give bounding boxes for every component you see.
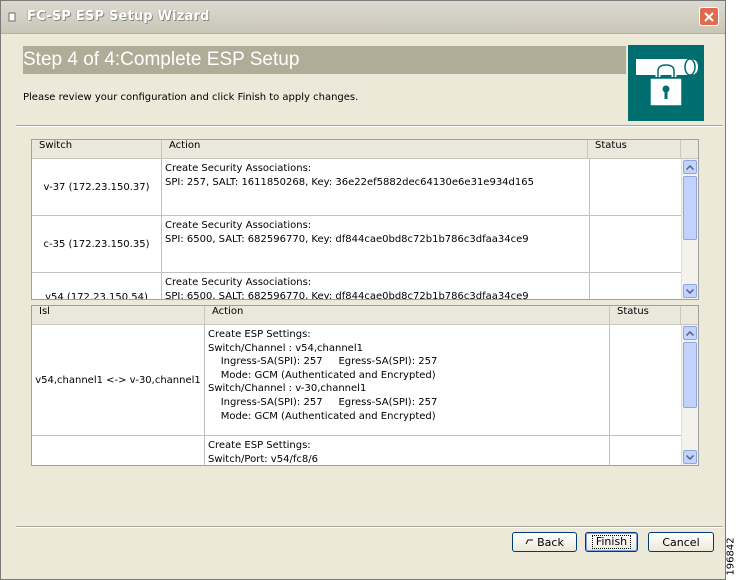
chevron-down-icon — [686, 288, 694, 294]
action-line: Create Security Associations: — [165, 163, 312, 174]
table-row[interactable]: c-35 (172.23.150.35) Create Security Ass… — [32, 216, 681, 273]
isl-cell: v54,channel1 <-> v-30,channel1 — [32, 325, 205, 435]
cancel-button[interactable]: Cancel — [648, 532, 714, 552]
wizard-icon — [8, 12, 16, 22]
action-line: SPI: 6500, SALT: 682596770, Key: df844ca… — [165, 233, 529, 245]
table-row[interactable]: v54 (172.23.150.54) Create Security Asso… — [32, 273, 681, 299]
scroll-up-button[interactable] — [683, 326, 697, 340]
chevron-down-icon — [686, 454, 694, 460]
cancel-button-label: Cancel — [662, 535, 700, 549]
padlock-pipe-icon — [636, 58, 698, 107]
back-button[interactable]: Back — [512, 532, 577, 552]
scroll-down-button[interactable] — [683, 450, 697, 464]
vertical-scrollbar[interactable] — [681, 325, 698, 465]
switch-cell: c-35 (172.23.150.35) — [32, 216, 162, 272]
status-cell — [590, 273, 681, 299]
action-cell: Create Security Associations: SPI: 6500,… — [162, 216, 590, 272]
column-header-isl[interactable]: Isl — [32, 306, 205, 324]
status-cell — [590, 216, 681, 272]
table-row[interactable]: Create ESP Settings: Switch/Port: v54/fc… — [32, 436, 681, 465]
close-button[interactable] — [699, 7, 719, 26]
action-line: Create Security Associations: — [165, 220, 312, 231]
scroll-up-button[interactable] — [683, 160, 697, 174]
figure-id-label: 196842 — [725, 537, 737, 576]
figure-id: 196842 — [725, 535, 741, 580]
action-line: Ingress-SA(SPI): 257 Egress-SA(SPI): 257 — [208, 356, 438, 368]
table-row[interactable]: v-37 (172.23.150.37) Create Security Ass… — [32, 159, 681, 216]
footer-separator — [16, 526, 723, 528]
column-header-action[interactable]: Action — [162, 140, 588, 158]
action-line: Switch/Channel : v54,channel1 — [208, 342, 363, 354]
isl-table[interactable]: Isl Action Status v54,channel1 <-> v-30,… — [31, 305, 699, 466]
action-cell: Create ESP Settings: Switch/Port: v54/fc… — [205, 436, 610, 465]
isl-cell — [32, 436, 205, 465]
action-line: Mode: GCM (Authenticated and Encrypted) — [208, 410, 436, 422]
action-cell: Create ESP Settings: Switch/Channel : v5… — [205, 325, 610, 435]
switch-cell: v54 (172.23.150.54) — [32, 273, 162, 299]
column-header-switch[interactable]: Switch — [32, 140, 162, 158]
wizard-window: FC-SP ESP Setup Wizard Step 4 of 4:Compl… — [0, 0, 726, 580]
column-header-status[interactable]: Status — [610, 306, 681, 324]
header-graphic — [628, 45, 704, 121]
switch-table-header: Switch Action Status — [32, 140, 698, 159]
back-button-label: Back — [537, 535, 564, 549]
switch-table[interactable]: Switch Action Status v-37 (172.23.150.37… — [31, 139, 699, 300]
action-line: SPI: 257, SALT: 1611850268, Key: 36e22ef… — [165, 176, 534, 188]
isl-table-rows: v54,channel1 <-> v-30,channel1 Create ES… — [32, 325, 681, 465]
action-line: SPI: 6500, SALT: 682596770, Key: df844ca… — [165, 290, 529, 300]
scroll-thumb[interactable] — [683, 176, 697, 240]
action-line: Ingress-SA(SPI): 257 Egress-SA(SPI): 257 — [208, 396, 438, 408]
action-line: Create ESP Settings: — [208, 329, 311, 340]
isl-table-header: Isl Action Status — [32, 306, 698, 325]
back-arrow-icon — [525, 539, 534, 545]
column-header-action[interactable]: Action — [205, 306, 610, 324]
window-title: FC-SP ESP Setup Wizard — [27, 9, 210, 24]
chevron-up-icon — [686, 164, 694, 170]
action-line: Create ESP Settings: — [208, 440, 311, 451]
column-header-status[interactable]: Status — [588, 140, 681, 158]
table-row[interactable]: v54,channel1 <-> v-30,channel1 Create ES… — [32, 325, 681, 436]
step-header: Step 4 of 4:Complete ESP Setup — [23, 46, 626, 74]
status-cell — [590, 159, 681, 215]
action-line: Create Security Associations: — [165, 277, 312, 288]
action-cell: Create Security Associations: SPI: 6500,… — [162, 273, 590, 299]
title-bar[interactable]: FC-SP ESP Setup Wizard — [1, 1, 725, 34]
action-line: Switch/Port: v54/fc8/6 — [208, 453, 318, 465]
scroll-down-button[interactable] — [683, 284, 697, 298]
finish-button[interactable]: Finish — [585, 532, 638, 552]
action-line: Switch/Channel : v-30,channel1 — [208, 383, 367, 395]
action-cell: Create Security Associations: SPI: 257, … — [162, 159, 590, 215]
close-icon — [704, 11, 714, 22]
step-title: Step 4 of 4:Complete ESP Setup — [23, 49, 300, 70]
status-cell — [610, 436, 681, 465]
switch-table-rows: v-37 (172.23.150.37) Create Security Ass… — [32, 159, 681, 299]
chevron-up-icon — [686, 330, 694, 336]
instruction-text: Please review your configuration and cli… — [23, 92, 359, 103]
status-cell — [610, 325, 681, 435]
scroll-thumb[interactable] — [683, 342, 697, 408]
vertical-scrollbar[interactable] — [681, 159, 698, 299]
action-line: Mode: GCM (Authenticated and Encrypted) — [208, 369, 436, 381]
header-separator — [16, 125, 723, 127]
switch-cell: v-37 (172.23.150.37) — [32, 159, 162, 215]
finish-button-label: Finish — [591, 535, 632, 549]
